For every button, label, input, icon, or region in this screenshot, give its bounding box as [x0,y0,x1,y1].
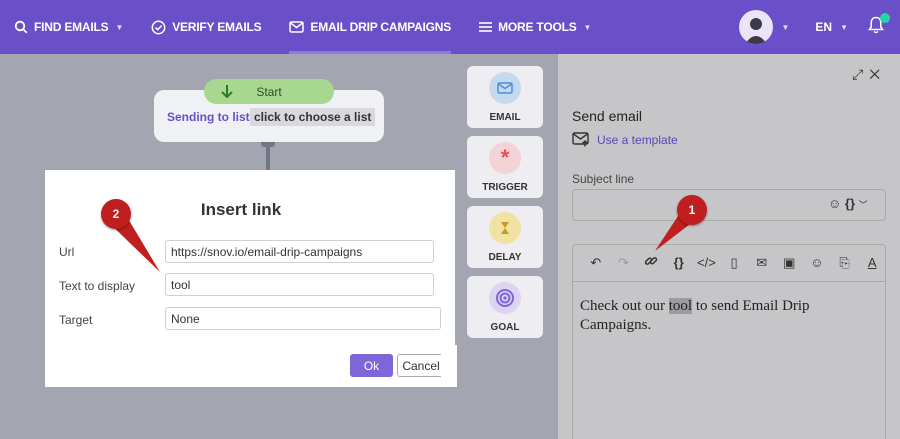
editor-toolbar: ↶ ↷ {} </> ▯ ✉ ▣ ☺ ⎘ A [572,244,886,282]
tool-goal[interactable]: GOAL [467,276,543,338]
body-text-before: Check out our [580,298,669,314]
code-icon[interactable]: </> [693,255,721,270]
nav-email-drip-campaigns[interactable]: EMAIL DRIP CAMPAIGNS [275,0,465,54]
start-pill[interactable]: Start [204,79,334,104]
variables-icon[interactable]: {} [665,255,693,270]
attachment-icon[interactable]: ▯ [720,255,748,271]
panel-controls: ⤢✕ [852,66,886,83]
variables-icon[interactable]: {} [845,196,855,211]
nav-verify-emails[interactable]: VERIFY EMAILS [137,0,275,54]
link-icon[interactable] [637,254,665,271]
nav-find-emails[interactable]: FIND EMAILS ▼ [0,0,137,54]
envelope-settings-icon[interactable]: ✉ [748,255,776,271]
choose-list-button[interactable]: click to choose a list [250,108,376,126]
chevron-down-icon[interactable]: ▼ [781,23,789,32]
chevron-down-icon: ▼ [840,22,848,32]
user-area: ▼ EN ▼ [739,0,900,54]
menu-icon [479,22,493,32]
redo-icon[interactable]: ↷ [610,255,638,271]
panel-title: Send email [572,108,643,124]
clipboard-icon[interactable]: ⎘ [831,255,859,271]
chevron-down-icon[interactable]: ﹀ [859,200,868,210]
url-input[interactable]: https://snov.io/email-drip-campaigns [165,240,434,263]
nav-find-emails-label: FIND EMAILS [34,20,109,34]
undo-icon[interactable]: ↶ [582,255,610,271]
notification-dot [880,12,890,23]
nav-more-tools-label: MORE TOOLS [498,20,577,34]
check-circle-icon [151,20,166,34]
avatar[interactable] [739,10,774,44]
language-selector[interactable]: EN [815,20,832,34]
text-to-display-label: Text to display [59,279,136,293]
asterisk-icon: * [489,142,521,174]
tool-delay-label: DELAY [488,252,522,263]
target-label: Target [59,313,93,327]
emoji-icon[interactable]: ☺ [828,196,841,211]
marker-2: 2 [101,199,131,229]
ok-button[interactable]: Ok [350,354,393,377]
hourglass-icon [489,212,521,244]
dialog-edge [441,345,457,387]
close-icon[interactable]: ✕ [869,66,886,82]
use-template-link[interactable]: Use a template [597,133,678,147]
text-color-icon[interactable]: A [858,255,886,270]
expand-icon[interactable]: ⤢ [852,66,869,82]
video-icon[interactable]: ▣ [775,255,803,271]
marker-1: 1 [677,195,707,225]
envelope-icon [289,21,305,33]
emoji-icon[interactable]: ☺ [803,255,831,270]
tool-goal-label: GOAL [490,322,520,333]
selected-text[interactable]: tool [668,298,693,314]
url-label: Url [59,245,75,259]
sending-to-list-label: Sending to list [167,110,250,124]
nav-verify-emails-label: VERIFY EMAILS [172,20,262,34]
email-body-text[interactable]: Check out our tool to send Email Drip Ca… [580,297,870,335]
subject-tools[interactable]: ☺ {} ﹀ [828,196,868,211]
nav-more-tools[interactable]: MORE TOOLS ▼ [465,0,605,54]
flow-connector [266,142,270,170]
envelope-icon [489,72,521,104]
search-icon [14,20,28,34]
cancel-button[interactable]: Cancel [397,354,445,377]
tool-email-label: EMAIL [489,112,521,123]
text-to-display-input[interactable]: tool [165,273,434,296]
nav-email-drip-campaigns-label: EMAIL DRIP CAMPAIGNS [310,20,452,34]
target-select[interactable]: None [165,307,441,330]
tool-trigger-label: TRIGGER [482,182,528,193]
arrow-down-icon [221,85,233,99]
chevron-down-icon: ▼ [583,22,592,32]
target-icon [489,282,521,314]
top-navigation-bar: FIND EMAILS ▼ VERIFY EMAILS EMAIL DRIP C… [0,0,900,54]
tool-delay[interactable]: DELAY [467,206,543,268]
notifications-button[interactable] [867,12,890,39]
template-icon[interactable] [572,132,590,147]
subject-line-label: Subject line [572,172,635,186]
user-avatar-icon [745,18,768,44]
tool-email[interactable]: EMAIL [467,66,543,128]
tool-trigger[interactable]: * TRIGGER [467,136,543,198]
start-label: Start [256,84,282,99]
chevron-down-icon: ▼ [115,22,124,32]
